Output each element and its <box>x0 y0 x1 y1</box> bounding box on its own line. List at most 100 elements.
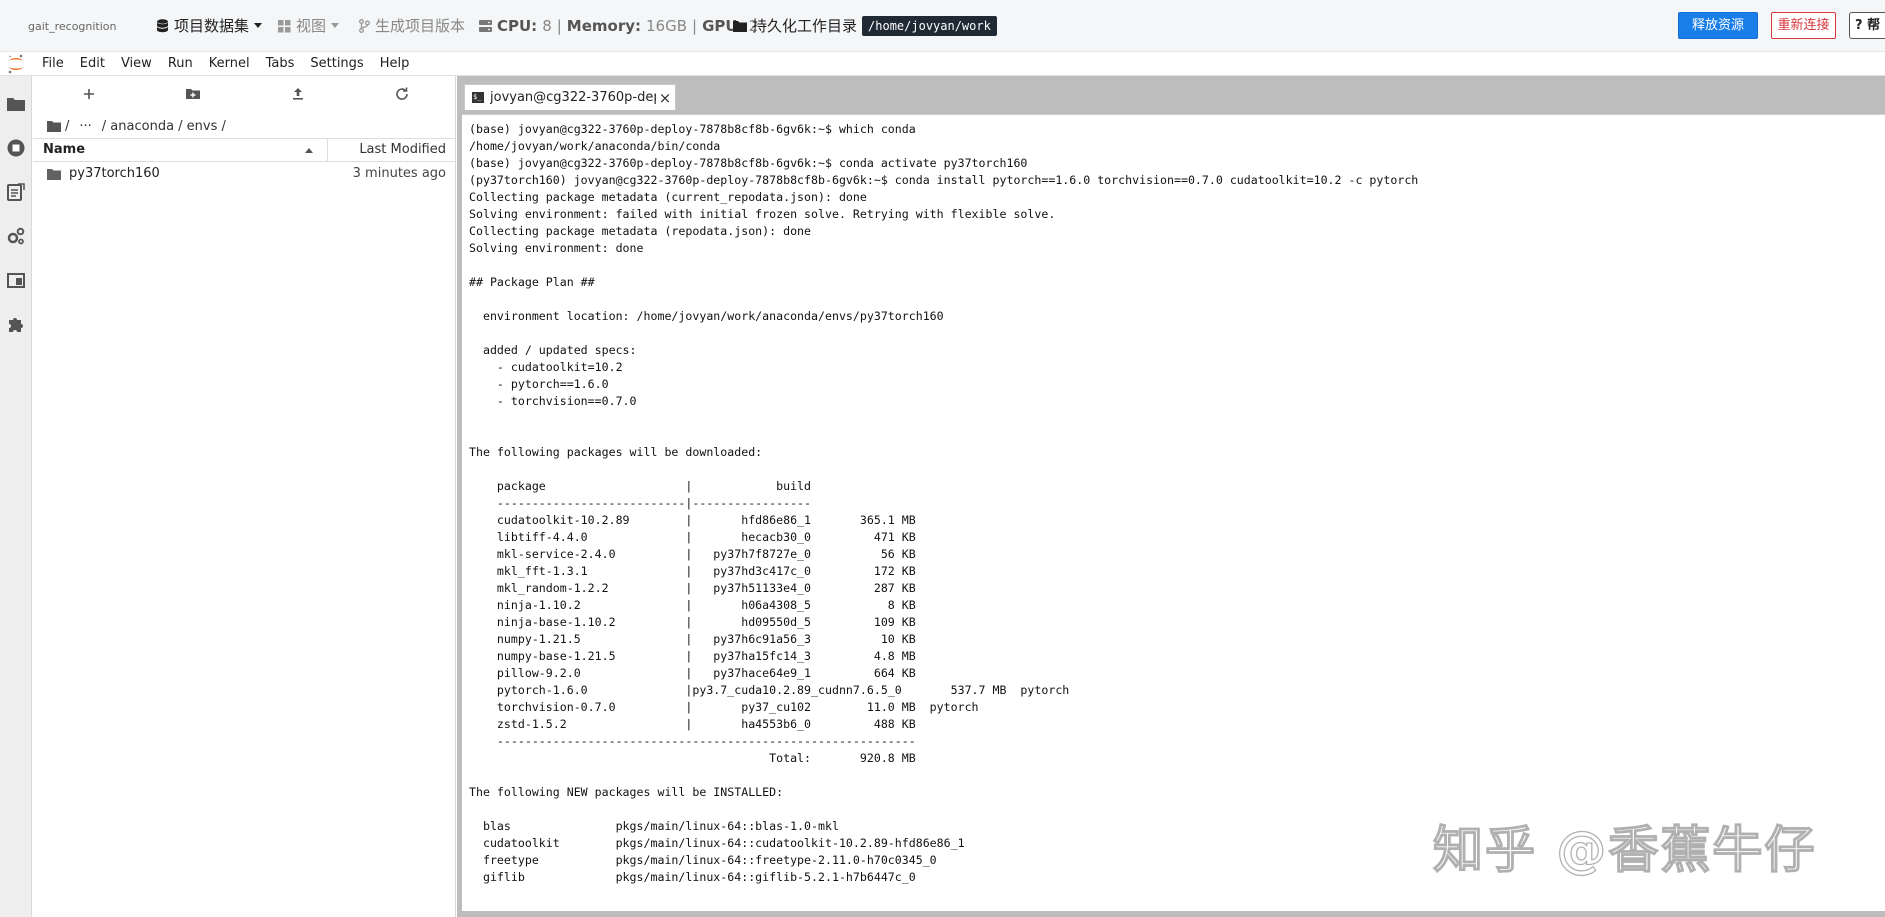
terminal-line: environment location: /home/jovyan/work/… <box>469 309 944 323</box>
column-name-label: Name <box>43 142 86 157</box>
refresh-icon[interactable] <box>392 84 412 104</box>
terminal-line: /home/jovyan/work/anaconda/bin/conda <box>469 139 721 153</box>
divider: | <box>692 17 698 35</box>
tab-terminal[interactable]: $_ jovyan@cg322-3760p-deploy × <box>464 84 676 110</box>
caret-down-icon <box>254 23 263 28</box>
help-button[interactable]: ? 帮 <box>1849 12 1885 39</box>
jupyter-logo-icon <box>8 54 23 74</box>
terminal-line: ----------------------------------------… <box>469 734 916 748</box>
terminal-line: zstd-1.5.2 | ha4553b6_0 488 KB <box>469 717 916 731</box>
menu-bar: File Edit View Run Kernel Tabs Settings … <box>0 52 1885 76</box>
terminal-line: The following NEW packages will be INSTA… <box>469 785 784 799</box>
cpu-value: 8 <box>542 17 552 35</box>
menu-items: File Edit View Run Kernel Tabs Settings … <box>34 52 417 76</box>
sort-ascending-icon <box>305 148 313 153</box>
file-browser-folder-icon[interactable] <box>6 94 26 114</box>
terminal-line: pytorch-1.6.0 |py3.7_cuda10.2.89_cudnn7.… <box>469 683 1070 697</box>
terminal-line: (base) jovyan@cg322-3760p-deploy-7878b8c… <box>469 122 916 136</box>
extension-puzzle-icon[interactable] <box>6 314 26 334</box>
watermark: 知乎 @香蕉牛仔 <box>1432 820 1817 879</box>
terminal-line: cudatoolkit pkgs/main/linux-64::cudatool… <box>469 836 965 850</box>
caret-down-icon <box>331 23 340 28</box>
terminal-line: numpy-1.21.5 | py37h6c91a56_3 10 KB <box>469 632 916 646</box>
new-folder-icon[interactable] <box>183 84 203 104</box>
upload-icon[interactable] <box>288 84 308 104</box>
terminal-line: mkl_random-1.2.2 | py37h51133e4_0 287 KB <box>469 581 916 595</box>
terminal-pane[interactable]: (base) jovyan@cg322-3760p-deploy-7878b8c… <box>462 114 1885 911</box>
running-sessions-icon[interactable] <box>6 138 26 158</box>
menu-tabs[interactable]: Tabs <box>258 52 303 76</box>
terminal-line: - pytorch==1.6.0 <box>469 377 609 391</box>
breadcrumb-root[interactable]: / <box>65 119 69 134</box>
terminal-line: ninja-1.10.2 | h06a4308_5 8 KB <box>469 598 916 612</box>
terminal-line: ## Package Plan ## <box>469 275 595 289</box>
generate-version-button[interactable]: 生成项目版本 <box>359 15 465 37</box>
tab-strip: $_ jovyan@cg322-3760p-deploy × <box>457 76 1885 110</box>
terminal-line: cudatoolkit-10.2.89 | hfd86e86_1 365.1 M… <box>469 513 916 527</box>
release-resources-button[interactable]: 释放资源 <box>1678 12 1758 39</box>
help-label: 帮 <box>1867 18 1881 33</box>
new-launcher-plus-icon[interactable] <box>79 84 99 104</box>
menu-run[interactable]: Run <box>160 52 201 76</box>
terminal-line: mkl-service-2.4.0 | py37h7f8727e_0 56 KB <box>469 547 916 561</box>
workdir-info: 持久化工作目录 /home/jovyan/work <box>733 15 997 37</box>
terminal-line: Collecting package metadata (current_rep… <box>469 190 867 204</box>
breadcrumb-ellipsis[interactable]: ··· <box>79 119 91 134</box>
terminal-line: added / updated specs: <box>469 343 637 357</box>
terminal-output: (base) jovyan@cg322-3760p-deploy-7878b8c… <box>469 121 1418 886</box>
folder-icon <box>733 21 747 32</box>
terminal-line: Total: 920.8 MB <box>469 751 916 765</box>
terminal-line: (base) jovyan@cg322-3760p-deploy-7878b8c… <box>469 156 1028 170</box>
grid-icon <box>278 19 291 32</box>
menu-settings[interactable]: Settings <box>302 52 371 76</box>
terminal-line: - torchvision==0.7.0 <box>469 394 637 408</box>
activity-bar <box>0 76 32 917</box>
menu-help[interactable]: Help <box>372 52 418 76</box>
menu-edit[interactable]: Edit <box>72 52 113 76</box>
terminal-line: libtiff-4.4.0 | hecacb30_0 471 KB <box>469 530 916 544</box>
folder-icon[interactable] <box>47 120 61 132</box>
workdir-path: /home/jovyan/work <box>862 16 997 36</box>
help-icon: ? <box>1855 18 1863 33</box>
file-last-modified: 3 minutes ago <box>352 166 446 181</box>
file-browser-toolbar <box>33 76 456 112</box>
terminal-line: freetype pkgs/main/linux-64::freetype-2.… <box>469 853 937 867</box>
property-inspector-gears-icon[interactable] <box>6 226 26 246</box>
terminal-line: numpy-base-1.21.5 | py37ha15fc14_3 4.8 M… <box>469 649 916 663</box>
database-icon <box>157 19 168 33</box>
close-icon[interactable]: × <box>658 90 672 105</box>
file-name: py37torch160 <box>69 166 160 181</box>
breadcrumb-path[interactable]: / anaconda / envs / <box>102 119 226 134</box>
reconnect-button[interactable]: 重新连接 <box>1771 12 1836 39</box>
file-list-item[interactable]: py37torch160 3 minutes ago <box>33 163 456 185</box>
folder-icon <box>47 169 61 180</box>
view-menu[interactable]: 视图 <box>278 15 340 37</box>
terminal-line: giflib pkgs/main/linux-64::giflib-5.2.1-… <box>469 870 916 884</box>
version-label: 生成项目版本 <box>375 17 466 35</box>
memory-value: 16GB <box>646 17 688 35</box>
terminal-line: Solving environment: failed with initial… <box>469 207 1056 221</box>
terminal-line: mkl_fft-1.3.1 | py37hd3c417c_0 172 KB <box>469 564 916 578</box>
menu-file[interactable]: File <box>34 52 72 76</box>
git-branch-icon <box>359 19 370 33</box>
file-browser-panel: / ··· / anaconda / envs / Name Last Modi… <box>33 76 456 917</box>
divider: | <box>556 17 562 35</box>
dataset-menu[interactable]: 项目数据集 <box>156 15 263 37</box>
column-header-name[interactable]: Name <box>43 139 328 161</box>
column-header-last-modified[interactable]: Last Modified <box>359 139 446 161</box>
menu-kernel[interactable]: Kernel <box>201 52 258 76</box>
command-palette-icon[interactable] <box>6 182 26 202</box>
terminal-line: Collecting package metadata (repodata.js… <box>469 224 812 238</box>
terminal-icon: $_ <box>472 92 484 103</box>
terminal-line: pillow-9.2.0 | py37hace64e9_1 664 KB <box>469 666 916 680</box>
open-tabs-icon[interactable] <box>6 270 26 290</box>
menu-view[interactable]: View <box>113 52 160 76</box>
terminal-line: Solving environment: done <box>469 241 644 255</box>
